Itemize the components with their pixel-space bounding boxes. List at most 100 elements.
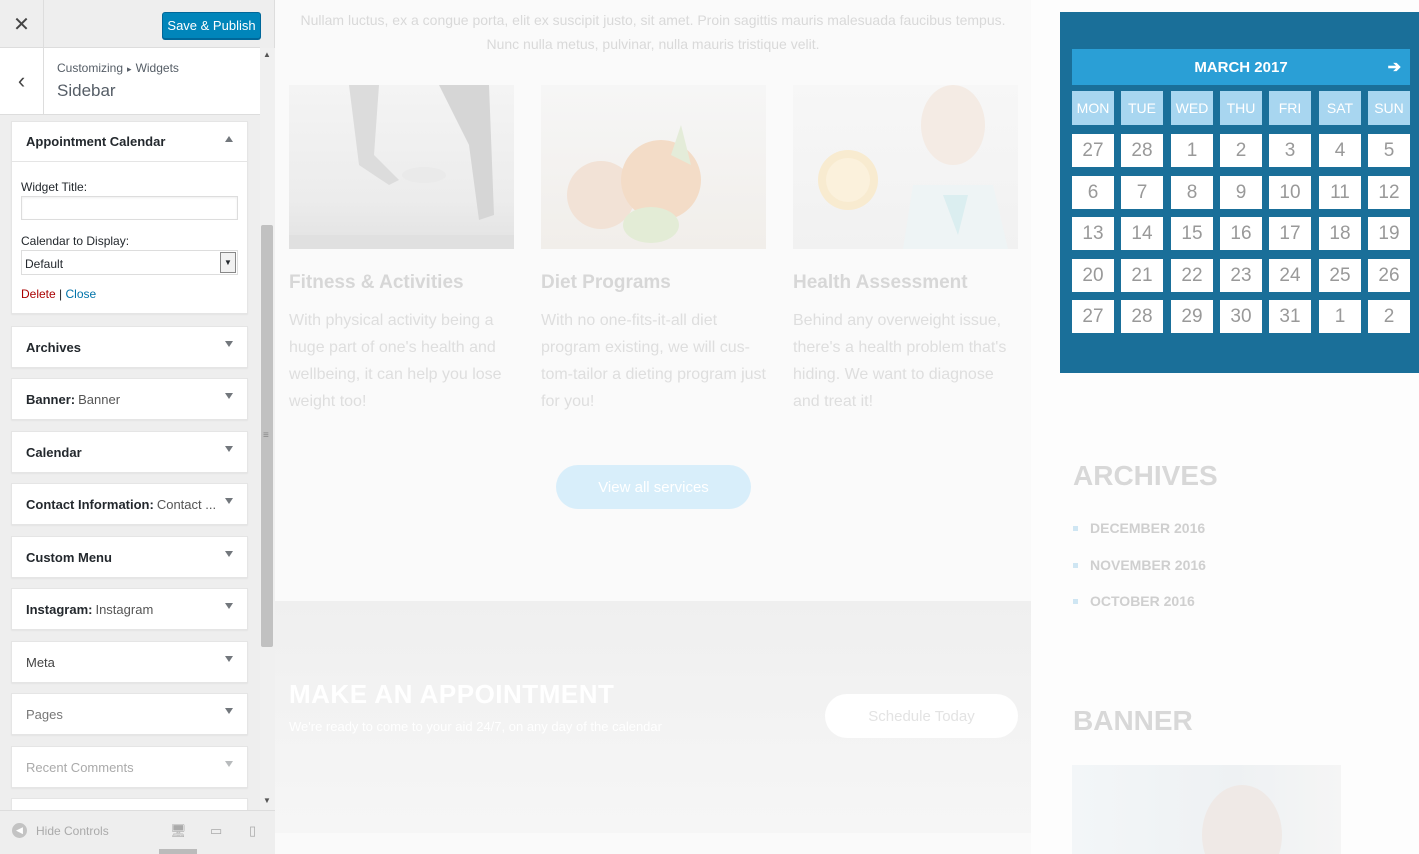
widget-header[interactable]: Appointment Calendar [12, 122, 247, 162]
fitness-photo-icon [289, 85, 514, 249]
expand-arrow-icon[interactable] [225, 341, 233, 347]
close-link[interactable]: Close [66, 287, 97, 301]
back-button[interactable]: ‹ [0, 48, 44, 114]
expand-arrow-icon[interactable] [225, 393, 233, 399]
calendar-day-name: THU [1220, 91, 1262, 125]
widget-title-input[interactable] [21, 196, 238, 220]
calendar-day[interactable]: 7 [1121, 176, 1163, 209]
customizer-footer: ◀ Hide Controls 🖥 ▭ ▯ [0, 810, 275, 854]
calendar-day[interactable]: 26 [1368, 259, 1410, 292]
desktop-preview-icon[interactable]: 🖥 [170, 823, 187, 839]
calendar-day[interactable]: 28 [1121, 300, 1163, 333]
calendar-day[interactable]: 9 [1220, 176, 1262, 209]
calendar-day[interactable]: 22 [1171, 259, 1213, 292]
archive-link[interactable]: NOVEMBER 2016 [1090, 557, 1206, 573]
expand-arrow-icon[interactable] [225, 761, 233, 767]
calendar-day[interactable]: 19 [1368, 217, 1410, 250]
widget-header[interactable]: Custom Menu [12, 537, 247, 577]
widget-header[interactable]: Meta [12, 642, 247, 682]
calendar-day[interactable]: 30 [1220, 300, 1262, 333]
calendar-day[interactable]: 2 [1368, 300, 1410, 333]
calendar-day[interactable]: 10 [1269, 176, 1311, 209]
widget-archives[interactable]: Archives [11, 326, 248, 368]
resize-grip-icon[interactable]: ≡ [263, 430, 269, 441]
calendar-display-select[interactable]: Default ▼ [21, 250, 238, 275]
bullet-icon [1073, 526, 1078, 531]
widgets-scrollbar[interactable]: ▲ ▼ [260, 48, 275, 810]
calendar-day[interactable]: 21 [1121, 259, 1163, 292]
calendar-day[interactable]: 16 [1220, 217, 1262, 250]
widget-pages[interactable]: Pages [11, 693, 248, 735]
calendar-day[interactable]: 24 [1269, 259, 1311, 292]
calendar-day[interactable]: 23 [1220, 259, 1262, 292]
archive-item[interactable]: OCTOBER 2016 [1073, 593, 1206, 630]
archive-item[interactable]: DECEMBER 2016 [1073, 520, 1206, 557]
widget-form: Widget Title: Calendar to Display: Defau… [12, 162, 247, 313]
archive-link[interactable]: OCTOBER 2016 [1090, 593, 1195, 609]
widget-custom-menu[interactable]: Custom Menu [11, 536, 248, 578]
widget-header[interactable]: Pages [12, 694, 247, 734]
tablet-preview-icon[interactable]: ▭ [210, 823, 222, 839]
archives-heading: ARCHIVES [1073, 460, 1218, 491]
scroll-up-icon[interactable]: ▲ [263, 50, 271, 59]
calendar-day[interactable]: 3 [1269, 134, 1311, 167]
widget-header[interactable]: Banner: Banner [12, 379, 247, 419]
close-customizer-button[interactable]: ✕ [0, 0, 44, 48]
archive-item[interactable]: NOVEMBER 2016 [1073, 557, 1206, 594]
calendar-day[interactable]: 12 [1368, 176, 1410, 209]
widget-recent-comments[interactable]: Recent Comments [11, 746, 248, 788]
calendar-day[interactable]: 29 [1171, 300, 1213, 333]
delete-link[interactable]: Delete [21, 287, 56, 301]
calendar-day[interactable]: 13 [1072, 217, 1114, 250]
calendar-day[interactable]: 2 [1220, 134, 1262, 167]
service-text: With physical activity being a huge part… [289, 312, 502, 410]
expand-arrow-icon[interactable] [225, 708, 233, 714]
calendar-day[interactable]: 25 [1319, 259, 1361, 292]
calendar-day[interactable]: 5 [1368, 134, 1410, 167]
calendar-day[interactable]: 1 [1319, 300, 1361, 333]
view-all-services-button[interactable]: View all services [556, 465, 751, 509]
calendar-day[interactable]: 27 [1072, 300, 1114, 333]
calendar-day[interactable]: 20 [1072, 259, 1114, 292]
calendar-day[interactable]: 27 [1072, 134, 1114, 167]
calendar-day[interactable]: 18 [1319, 217, 1361, 250]
expand-arrow-icon[interactable] [225, 498, 233, 504]
widget-instagram[interactable]: Instagram: Instagram [11, 588, 248, 630]
scroll-down-icon[interactable]: ▼ [263, 796, 271, 805]
hide-controls-button[interactable]: ◀ Hide Controls [12, 823, 109, 838]
widget-header[interactable]: Archives [12, 327, 247, 367]
archive-link[interactable]: DECEMBER 2016 [1090, 520, 1205, 536]
banner-image[interactable] [1072, 765, 1341, 854]
widget-header[interactable]: Contact Information: Contact ... [12, 484, 247, 524]
calendar-day[interactable]: 15 [1171, 217, 1213, 250]
dropdown-arrow-icon[interactable]: ▼ [220, 252, 236, 273]
save-publish-button[interactable]: Save & Publish [162, 12, 261, 39]
widget-meta[interactable]: Meta [11, 641, 248, 683]
calendar-day[interactable]: 1 [1171, 134, 1213, 167]
calendar-day[interactable]: 28 [1121, 134, 1163, 167]
calendar-day[interactable]: 11 [1319, 176, 1361, 209]
widget-header[interactable]: Instagram: Instagram [12, 589, 247, 629]
widget-calendar[interactable]: Calendar [11, 431, 248, 473]
widget-header[interactable]: Calendar [12, 432, 247, 472]
calendar-day[interactable]: 6 [1072, 176, 1114, 209]
mobile-preview-icon[interactable]: ▯ [249, 823, 256, 839]
next-month-arrow-icon[interactable]: ➔ [1388, 57, 1401, 77]
calendar-day[interactable]: 8 [1171, 176, 1213, 209]
calendar-day[interactable]: 17 [1269, 217, 1311, 250]
expand-arrow-icon[interactable] [225, 551, 233, 557]
calendar-day[interactable]: 31 [1269, 300, 1311, 333]
widget-next-partial[interactable] [11, 798, 248, 810]
expand-arrow-icon[interactable] [225, 446, 233, 452]
calendar-day[interactable]: 14 [1121, 217, 1163, 250]
calendar-day[interactable]: 4 [1319, 134, 1361, 167]
expand-arrow-icon[interactable] [225, 656, 233, 662]
schedule-today-button[interactable]: Schedule Today [825, 694, 1018, 738]
widget-header[interactable]: Recent Comments [12, 747, 247, 787]
widget-contact-information[interactable]: Contact Information: Contact ... [11, 483, 248, 525]
widget-banner[interactable]: Banner: Banner [11, 378, 248, 420]
widget-name: Pages [26, 706, 63, 722]
expand-arrow-icon[interactable] [225, 603, 233, 609]
widget-title-label: Widget Title: [21, 180, 88, 194]
collapse-arrow-icon[interactable] [225, 136, 233, 142]
